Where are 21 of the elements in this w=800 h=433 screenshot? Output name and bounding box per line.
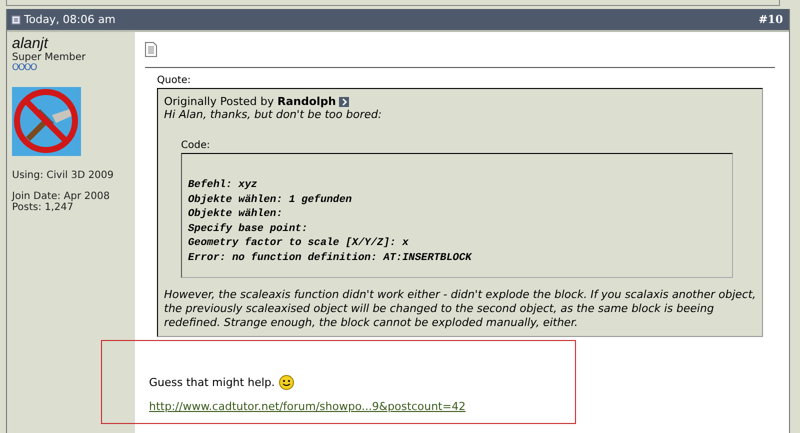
avatar-drawing: [12, 87, 81, 156]
post-count: Posts: 1,247: [12, 202, 74, 213]
user-title: Super Member: [12, 52, 87, 63]
document-icon: [145, 42, 157, 57]
username[interactable]: alanjt: [12, 35, 130, 52]
post-link[interactable]: http://www.cadtutor.net/forum/showpo...9&postcount=42: [149, 400, 466, 413]
posted-by-text: Originally Posted by Randolph: [164, 95, 336, 108]
post-number[interactable]: #10: [758, 13, 783, 26]
using-text: Using: Civil 3D 2009: [12, 170, 115, 181]
rank-text: OOOO: [12, 63, 38, 73]
quote-intro: Hi Alan, thanks, but don't be too bored:: [164, 108, 383, 121]
view-post-button[interactable]: [339, 96, 350, 107]
document-icon: [11, 14, 21, 24]
code-block: Befehl: xyz Objekte wählen: 1 gefunden Objekte wählen: Specify base point: Geometry factor to scale [X/Y/Z]: x Error: no function definition: AT:INSERTBLOCK: [181, 153, 733, 278]
quote-label: Quote:: [157, 75, 192, 86]
message-text: Guess that might help.: [149, 376, 275, 389]
join-date: Join Date: Apr 2008: [12, 191, 111, 202]
smiley-icon: [278, 375, 294, 390]
quote-text: However, the scaleaxis function didn't work either - didn't explode the block. If you scalaxis another object, the previously scaleaxised object will be changed to the second object, as the same block is beeing redefined. Strange enough, the block cannot be exploded manually, either.: [164, 288, 756, 330]
code-label: Code:: [181, 140, 211, 151]
post-date: Today, 08:06 am: [24, 13, 116, 26]
